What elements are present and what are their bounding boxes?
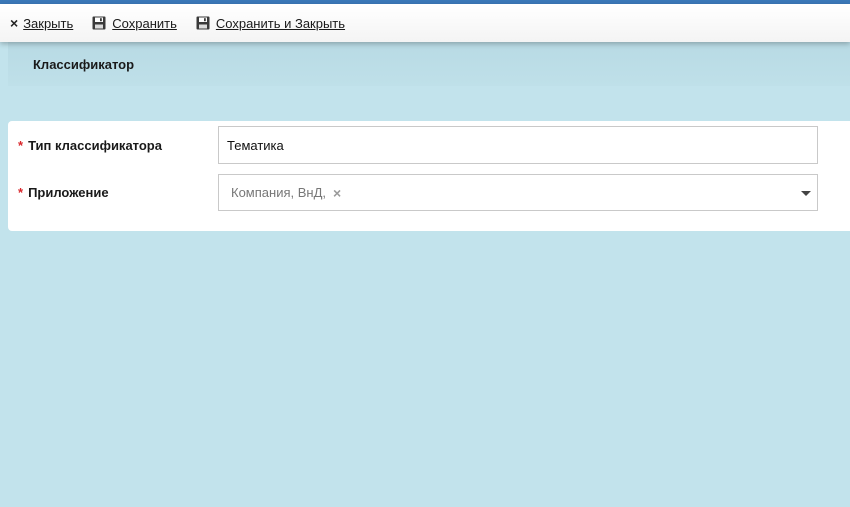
application-selected-value: Компания, ВнД, [231, 185, 326, 200]
save-and-close-button[interactable]: Сохранить и Закрыть [196, 16, 345, 31]
required-marker: * [18, 138, 24, 153]
section-header: Классификатор [8, 42, 850, 86]
close-icon: × [10, 15, 19, 31]
save-button[interactable]: Сохранить [92, 16, 177, 31]
chevron-down-icon[interactable] [801, 191, 811, 196]
app-field-label-text: Приложение [28, 185, 109, 200]
required-marker: * [18, 185, 24, 200]
floppy-disk-icon [92, 16, 106, 30]
floppy-disk-icon [196, 16, 210, 30]
clear-selection-icon[interactable]: × [333, 185, 341, 201]
close-button-label: Закрыть [23, 15, 74, 31]
close-button[interactable]: × Закрыть [10, 16, 73, 31]
type-field-label: * Тип классификатора [18, 138, 162, 153]
form-panel: * Тип классификатора * Приложение Компания… [8, 121, 850, 231]
save-button-label: Сохранить [112, 15, 177, 31]
app-field-label: * Приложение [18, 185, 109, 200]
save-and-close-button-label: Сохранить и Закрыть [215, 15, 346, 31]
toolbar: × Закрыть Сохранить Сохранить и Закрыть [0, 4, 850, 42]
classifier-type-input[interactable] [218, 126, 818, 164]
type-field-label-text: Тип классификатора [28, 138, 162, 153]
section-title: Классификатор [33, 56, 135, 72]
application-select[interactable]: Компания, ВнД, × [218, 174, 818, 211]
